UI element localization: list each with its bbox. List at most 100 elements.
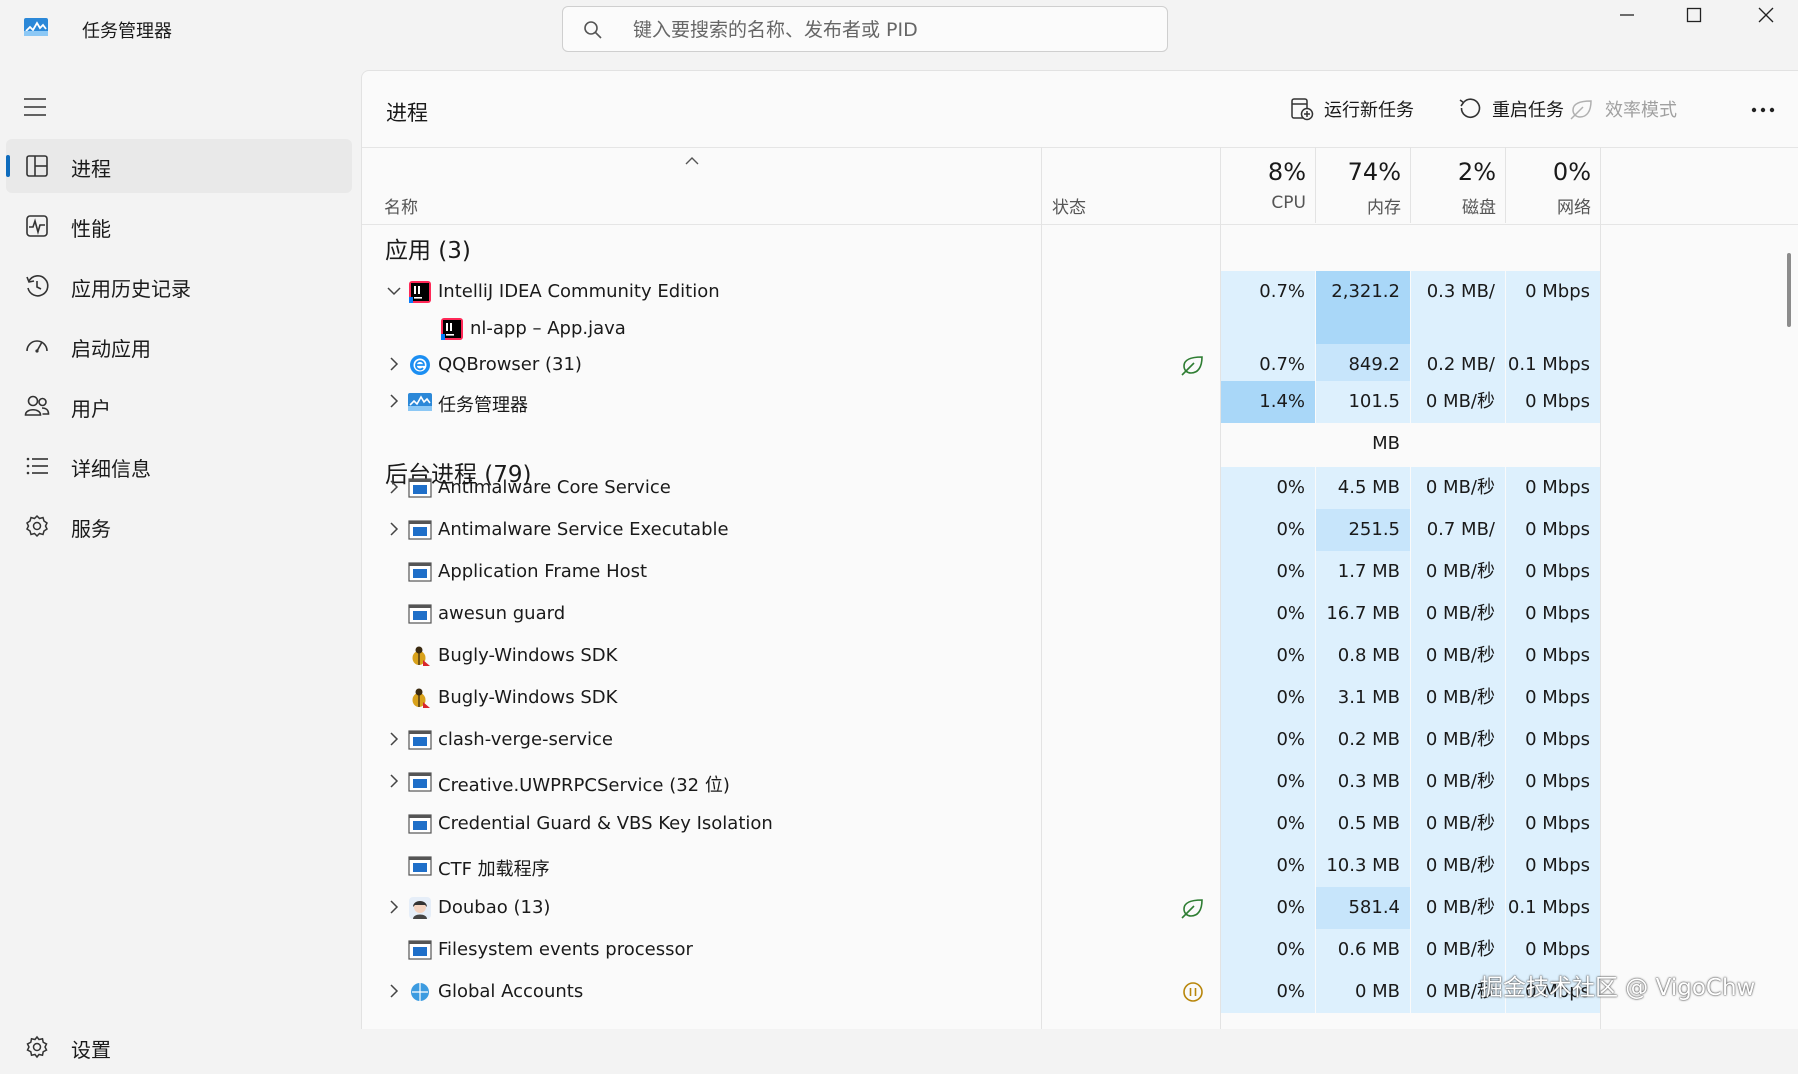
service-window-icon	[408, 519, 432, 541]
net-cell: 0 Mbps	[1506, 551, 1600, 593]
column-divider[interactable]	[1220, 147, 1221, 1029]
process-row[interactable]: 0.7%849.2 MB0.2 MB/秒0.1 Mbps QQBrowser (3…	[362, 344, 1798, 417]
process-name: Bugly-Windows SDK	[438, 645, 618, 666]
process-row[interactable]: 1.4% 101.5 MB 0 MB/秒 0 Mbps 任务管理器	[362, 381, 1798, 454]
sidebar-item-details[interactable]: 详细信息	[6, 439, 352, 493]
process-row[interactable]: 0% 3.1 MB 0 MB/秒 0 Mbps Bugly-Windows SDK	[362, 677, 1798, 719]
sidebar-item-settings[interactable]: 设置	[6, 1020, 352, 1074]
process-row[interactable]: 0% 0.8 MB 0 MB/秒 0 Mbps Bugly-Windows SDK	[362, 635, 1798, 677]
process-row[interactable]: 0.7%2,321.2 ...0.3 MB/秒0 Mbps IntelliJ ID…	[362, 271, 1798, 344]
cpu-cell: 0%	[1221, 887, 1315, 929]
column-band	[1506, 423, 1600, 467]
sidebar-item-startup-apps[interactable]: 启动应用	[6, 319, 352, 373]
expand-chevron-icon[interactable]	[386, 899, 402, 915]
net-cell: 0 Mbps	[1506, 719, 1600, 761]
network-label: 网络	[1557, 198, 1591, 218]
disk-cell: 0 MB/秒	[1411, 551, 1505, 593]
column-divider[interactable]	[1600, 147, 1601, 1029]
net-cell: 0.1 Mbps	[1506, 344, 1600, 386]
sort-ascending-icon[interactable]	[684, 156, 700, 166]
mem-cell: 4.5 MB	[1316, 467, 1410, 509]
column-header-disk[interactable]: 2% 磁盘	[1411, 148, 1506, 224]
hamburger-menu-icon[interactable]	[22, 96, 50, 118]
mem-cell: 16.7 MB	[1316, 593, 1410, 635]
disk-cell: 0 MB/秒	[1411, 593, 1505, 635]
net-cell: 0 Mbps	[1506, 381, 1600, 423]
process-row[interactable]: 0% 1.7 MB 0 MB/秒 0 Mbps Application Frame Ho…	[362, 551, 1798, 593]
expand-chevron-icon[interactable]	[386, 773, 402, 789]
column-header-name[interactable]: 名称	[384, 193, 418, 218]
expand-chevron-icon[interactable]	[386, 731, 402, 747]
service-window-icon	[408, 855, 432, 877]
expand-chevron-icon[interactable]	[386, 393, 402, 409]
net-cell: 0 Mbps	[1506, 677, 1600, 719]
process-row[interactable]: 0% 16.7 MB 0 MB/秒 0 Mbps awesun guard	[362, 593, 1798, 635]
disk-cell: 0.7 MB/秒	[1411, 509, 1505, 582]
search-input[interactable]	[631, 13, 1155, 47]
process-row[interactable]: 0% 0.2 MB 0 MB/秒 0 Mbps clash-verge-service	[362, 719, 1798, 761]
column-header-status[interactable]: 状态	[1052, 193, 1086, 218]
sidebar-item-processes[interactable]: 进程	[6, 139, 352, 193]
run-new-task-icon	[1291, 98, 1314, 121]
processes-panel: 进程 运行新任务 重启任务 效率模式 名称 状态 8% CPU 74% 内存 2…	[361, 70, 1798, 1029]
process-name: awesun guard	[438, 603, 566, 624]
mem-cell: 0.6 MB	[1316, 929, 1410, 971]
net-cell: 0.1 Mbps	[1506, 887, 1600, 929]
net-cell: 0 Mbps	[1506, 929, 1600, 971]
sidebar-item-users[interactable]: 用户	[6, 379, 352, 433]
efficiency-mode-button[interactable]: 效率模式	[1569, 93, 1677, 125]
service-window-icon	[408, 561, 432, 583]
sidebar-item-app-history[interactable]: 应用历史记录	[6, 259, 352, 313]
sidebar-item-label: 应用历史记录	[71, 277, 191, 301]
net-cell: 0 Mbps	[1506, 635, 1600, 677]
process-name: Global Accounts	[438, 981, 584, 1002]
window-title: 任务管理器	[82, 21, 172, 42]
process-row[interactable]: 0% 4.5 MB 0 MB/秒 0 Mbps Antimalware Core Ser…	[362, 467, 1798, 509]
close-icon	[1758, 7, 1774, 23]
disk-cell: 0 MB/秒	[1411, 803, 1505, 845]
service-window-icon	[408, 813, 432, 835]
cpu-cell: 0%	[1221, 761, 1315, 803]
vertical-scrollbar-thumb[interactable]	[1787, 253, 1791, 327]
restart-task-button[interactable]: 重启任务	[1458, 93, 1564, 125]
sidebar-item-services[interactable]: 服务	[6, 499, 352, 553]
net-cell: 0 Mbps	[1506, 509, 1600, 551]
efficiency-mode-label: 效率模式	[1605, 100, 1677, 121]
process-row[interactable]: 0%251.5 MB0.7 MB/秒0 Mbps Antimalware Serv…	[362, 509, 1798, 582]
mem-cell: 0 MB	[1316, 971, 1410, 1013]
process-row[interactable]: 0% 0.6 MB 0 MB/秒 0 Mbps Filesystem events pr…	[362, 929, 1798, 971]
net-cell: 0 Mbps	[1506, 803, 1600, 845]
maximize-button[interactable]	[1659, 0, 1729, 30]
minimize-button[interactable]	[1592, 0, 1662, 30]
search-box[interactable]	[562, 6, 1168, 52]
run-new-task-button[interactable]: 运行新任务	[1290, 93, 1414, 125]
close-button[interactable]	[1731, 0, 1798, 30]
global-accounts-icon	[408, 981, 432, 1003]
sidebar-item-performance[interactable]: 性能	[6, 199, 352, 253]
expand-chevron-icon[interactable]	[386, 356, 402, 372]
expand-chevron-icon[interactable]	[386, 983, 402, 999]
sidebar-item-label: 进程	[71, 157, 111, 181]
disk-cell: 0 MB/秒	[1411, 719, 1505, 761]
expand-chevron-icon[interactable]	[386, 479, 402, 495]
column-divider[interactable]	[1505, 147, 1506, 223]
process-row[interactable]: 0% 10.3 MB 0 MB/秒 0 Mbps CTF 加载程序	[362, 845, 1798, 887]
process-row[interactable]: 0% 0.3 MB 0 MB/秒 0 Mbps Creative.UWPRPCServi…	[362, 761, 1798, 803]
collapse-chevron-icon[interactable]	[386, 283, 402, 299]
mem-cell: 1.7 MB	[1316, 551, 1410, 593]
suspended-icon	[1180, 980, 1206, 1004]
service-window-icon	[408, 603, 432, 625]
more-options-icon[interactable]	[1746, 95, 1780, 125]
column-divider[interactable]	[1410, 147, 1411, 223]
column-divider[interactable]	[1041, 147, 1042, 1029]
process-row[interactable]: 0% 0.5 MB 0 MB/秒 0 Mbps Credential Guard & V…	[362, 803, 1798, 845]
disk-total: 2%	[1457, 158, 1496, 186]
column-header-network[interactable]: 0% 网络	[1506, 148, 1601, 224]
column-header-memory[interactable]: 74% 内存	[1316, 148, 1411, 224]
column-header-cpu[interactable]: 8% CPU	[1221, 148, 1316, 224]
expand-chevron-icon[interactable]	[386, 521, 402, 537]
column-divider[interactable]	[1315, 147, 1316, 223]
process-name: Antimalware Service Executable	[438, 519, 729, 540]
process-row[interactable]: 0%581.4 MB0 MB/秒0.1 Mbps Doubao (13)	[362, 887, 1798, 960]
mem-cell: 0.8 MB	[1316, 635, 1410, 677]
